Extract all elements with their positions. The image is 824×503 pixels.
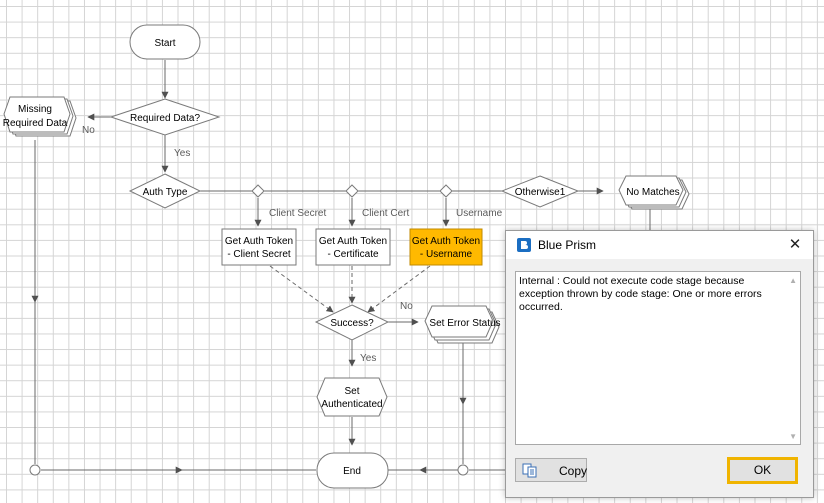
error-message-box[interactable]: Internal : Could not execute code stage …	[515, 271, 801, 445]
start-label: Start	[154, 38, 175, 49]
success-decision[interactable]: Success?	[314, 304, 390, 341]
required-data-decision[interactable]: Required Data?	[109, 98, 221, 136]
required-data-label: Required Data?	[130, 113, 200, 124]
dialog-title-bar[interactable]: Blue Prism ✕	[506, 231, 813, 259]
get-auth-token-certificate-stage[interactable]: Get Auth Token - Certificate	[315, 228, 391, 266]
action-secret-line2: - Client Secret	[227, 249, 291, 260]
ok-button-label: OK	[753, 463, 772, 477]
missing-required-data-line2: Required Data	[3, 118, 68, 129]
close-icon: ✕	[788, 236, 802, 253]
copy-document-icon	[522, 463, 537, 478]
choice-node-username[interactable]	[439, 184, 453, 198]
choice-label-client-cert: Client Cert	[362, 208, 409, 219]
missing-required-data-stage[interactable]: Missing Required Data	[3, 96, 77, 137]
edge-label-yes-2: Yes	[360, 353, 376, 364]
get-auth-token-client-secret-stage[interactable]: Get Auth Token - Client Secret	[221, 228, 297, 266]
edge-label-no: No	[82, 125, 95, 136]
auth-type-choice[interactable]: Auth Type	[128, 173, 202, 209]
otherwise-label: Otherwise1	[515, 187, 566, 198]
scroll-down-icon[interactable]: ▼	[789, 432, 797, 441]
get-auth-token-username-stage[interactable]: Get Auth Token - Username	[409, 228, 483, 266]
action-user-line2: - Username	[420, 249, 473, 260]
choice-node-client-secret[interactable]	[251, 184, 265, 198]
action-cert-line2: - Certificate	[327, 249, 379, 260]
copy-button[interactable]: Copy	[515, 458, 587, 482]
copy-button-label: Copy	[559, 464, 588, 478]
set-authenticated-line2: Authenticated	[321, 399, 382, 410]
set-authenticated-stage[interactable]: Set Authenticated	[316, 377, 388, 417]
close-button[interactable]: ✕	[785, 235, 805, 255]
blue-prism-logo-icon	[517, 238, 531, 252]
end-label: End	[343, 466, 361, 477]
missing-required-data-line1: Missing	[18, 104, 52, 115]
set-error-status-label: Set Error Status	[429, 318, 500, 329]
dialog-title: Blue Prism	[538, 238, 597, 252]
success-label: Success?	[330, 318, 374, 329]
anchor-right[interactable]	[457, 464, 469, 476]
edge-label-no-2: No	[400, 301, 413, 312]
set-error-status-stage[interactable]: Set Error Status	[424, 305, 501, 344]
no-matches-stage[interactable]: No Matches	[618, 175, 690, 210]
auth-type-label: Auth Type	[143, 187, 188, 198]
edge-label-yes: Yes	[174, 148, 190, 159]
blue-prism-error-dialog: Blue Prism ✕ Internal : Could not execut…	[505, 230, 814, 498]
choice-label-client-secret: Client Secret	[269, 208, 326, 219]
action-secret-line1: Get Auth Token	[225, 236, 293, 247]
no-matches-label: No Matches	[626, 187, 679, 198]
otherwise-choice[interactable]: Otherwise1	[500, 175, 580, 208]
action-user-line1: Get Auth Token	[412, 236, 480, 247]
ok-button[interactable]: OK	[727, 457, 798, 484]
action-cert-line1: Get Auth Token	[319, 236, 387, 247]
start-stage[interactable]: Start	[129, 24, 201, 60]
choice-node-client-cert[interactable]	[345, 184, 359, 198]
scroll-up-icon[interactable]: ▲	[789, 276, 797, 285]
set-authenticated-line1: Set	[344, 386, 359, 397]
error-message-text: Internal : Could not execute code stage …	[519, 275, 762, 313]
choice-label-username: Username	[456, 208, 503, 219]
anchor-left[interactable]	[29, 464, 41, 476]
end-stage[interactable]: End	[316, 452, 389, 489]
